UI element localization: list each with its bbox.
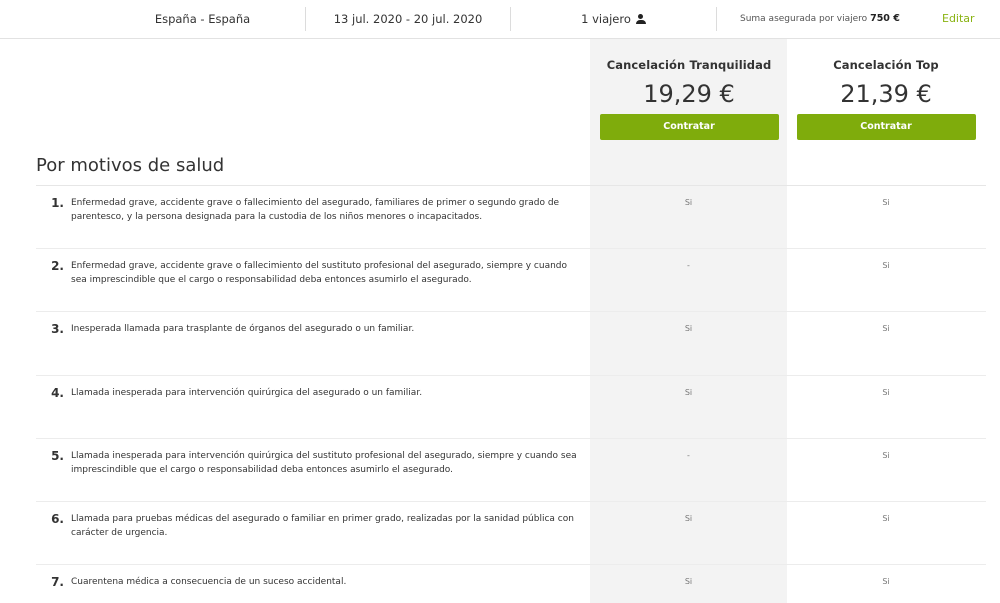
plan2-value: Si <box>882 261 890 271</box>
row-number: 4. <box>51 385 64 400</box>
row-description: Llamada inesperada para intervención qui… <box>71 387 423 398</box>
table-row: 3. Inesperada llamada para trasplante de… <box>0 312 1000 376</box>
insured-sum: Suma asegurada por viajero 750 € <box>722 0 922 38</box>
insured-sum-value: 750 € <box>870 13 900 24</box>
plan-name: Cancelación Top <box>833 58 939 72</box>
contratar-button[interactable]: Contratar <box>599 114 779 140</box>
contratar-button[interactable]: Contratar <box>796 114 976 140</box>
table-row: 4. Llamada inesperada para intervención … <box>0 376 1000 439</box>
plan1-value: Si <box>684 198 693 207</box>
plan2-value: Si <box>882 387 890 397</box>
table-row: 6. Llamada para pruebas médicas del aseg… <box>0 502 1000 566</box>
plan2-value: Si <box>882 577 890 587</box>
row-number: 6. <box>51 511 64 526</box>
plan-header-top: Cancelación Top 21,39 € Contratar <box>791 39 981 140</box>
plan1-value: Si <box>684 513 693 523</box>
plan2-value: Si <box>882 450 890 460</box>
plan2-value: Si <box>882 324 890 334</box>
row-description: Cuarentena médica a consecuencia de un s… <box>71 577 347 588</box>
plan1-value: - <box>687 261 690 271</box>
row-description: Enfermedad grave, accidente grave o fall… <box>71 261 568 286</box>
plan-header-tranquilidad: Cancelación Tranquilidad 19,29 € Contrat… <box>594 39 784 140</box>
divider <box>716 7 717 31</box>
row-description: Llamada inesperada para intervención qui… <box>71 450 577 475</box>
plan-price: 19,29 € <box>643 80 735 108</box>
row-description: Inesperada llamada para trasplante de ór… <box>71 324 415 335</box>
plan1-value: Si <box>684 577 693 587</box>
plan-name: Cancelación Tranquilidad <box>606 58 772 72</box>
table-row: 2. Enfermedad grave, accidente grave o f… <box>0 249 1000 313</box>
plan1-value: Si <box>684 387 693 397</box>
table-row: 7. Cuarentena médica a consecuencia de u… <box>0 565 1000 603</box>
travelers-label[interactable]: 1 viajero <box>511 0 716 38</box>
row-number: 2. <box>51 259 64 274</box>
user-icon <box>635 14 646 24</box>
insured-sum-label: Suma asegurada por viajero <box>740 14 868 24</box>
row-number: 7. <box>51 575 64 590</box>
table-row: 5. Llamada inesperada para intervención … <box>0 439 1000 502</box>
search-summary-bar: España - España 13 jul. 2020 - 20 jul. 2… <box>0 0 1000 39</box>
coverage-table: 1. Enfermedad grave, accidente grave o f… <box>0 186 1000 603</box>
row-number: 5. <box>51 448 64 463</box>
row-number: 1. <box>51 196 64 210</box>
row-description: Enfermedad grave, accidente grave o fall… <box>71 198 560 223</box>
dates-label[interactable]: 13 jul. 2020 - 20 jul. 2020 <box>306 0 510 38</box>
table-row: 1. Enfermedad grave, accidente grave o f… <box>0 186 1000 250</box>
plan2-value: Si <box>882 198 890 207</box>
plan1-value: - <box>687 450 690 460</box>
edit-link[interactable]: Editar <box>930 0 985 38</box>
destination-label[interactable]: España - España <box>100 0 305 38</box>
row-description: Llamada para pruebas médicas del asegura… <box>71 513 574 539</box>
plan-price: 21,39 € <box>840 80 932 108</box>
section-title: Por motivos de salud <box>36 155 225 176</box>
row-number: 3. <box>51 322 64 337</box>
plan1-value: Si <box>684 324 693 334</box>
travelers-text: 1 viajero <box>581 12 631 26</box>
plan2-value: Si <box>882 513 890 523</box>
